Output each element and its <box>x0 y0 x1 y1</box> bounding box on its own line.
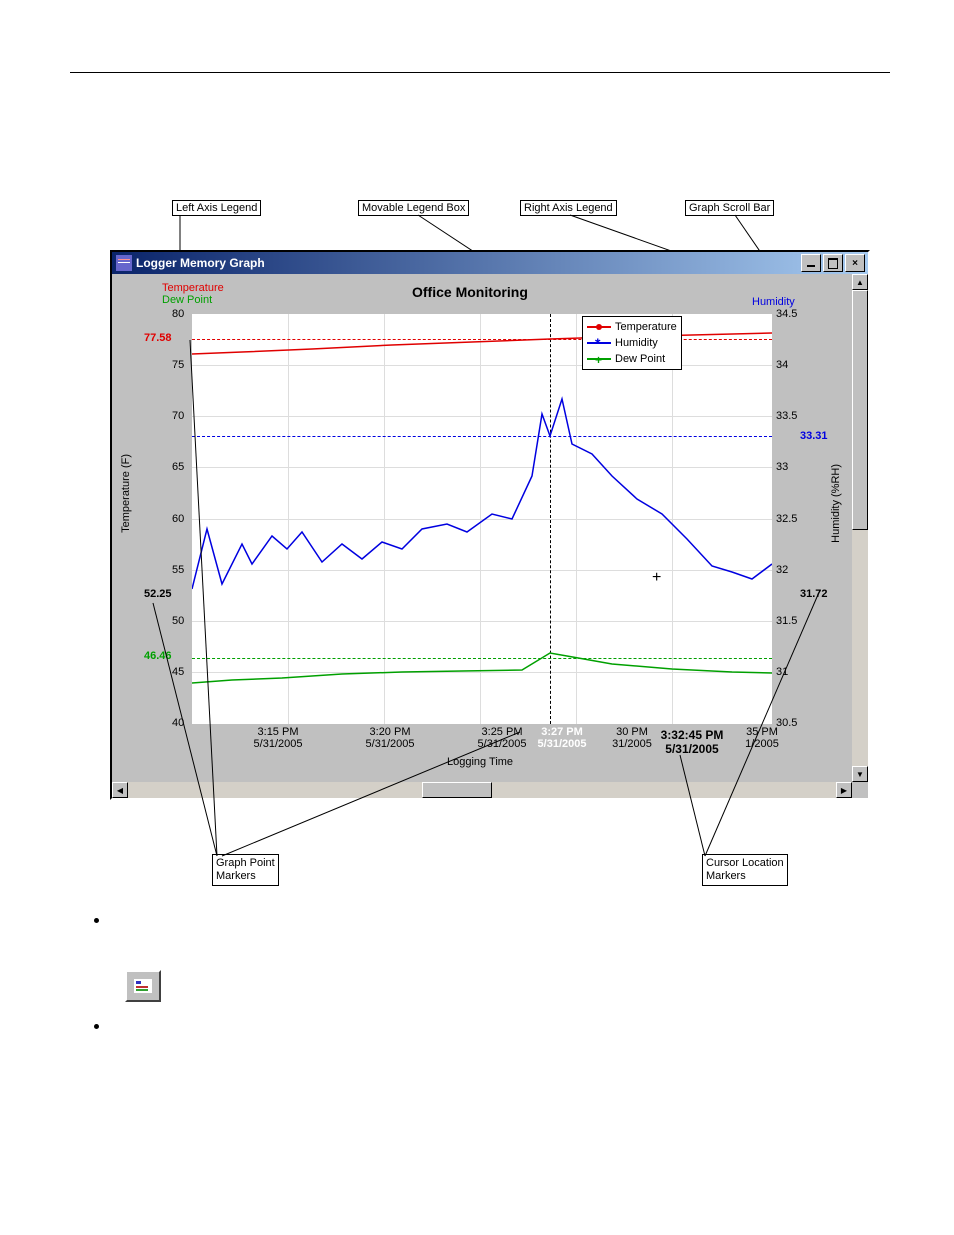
cursor-value-right: 31.72 <box>800 588 828 600</box>
callout-graph-point-markers: Graph PointMarkers <box>212 854 279 886</box>
chart-plot-area[interactable]: + <box>192 314 772 724</box>
scroll-right-button[interactable]: ▶ <box>836 782 852 798</box>
page: Left Axis Legend Movable Legend Box Righ… <box>0 0 954 1235</box>
vertical-scroll-thumb[interactable] <box>852 290 868 530</box>
ytick-left: 75 <box>172 359 184 371</box>
cursor-crosshair-icon[interactable]: + <box>652 569 661 587</box>
scroll-down-button[interactable]: ▼ <box>852 766 868 782</box>
ytick-left: 45 <box>172 666 184 678</box>
bullet-icon <box>94 918 99 923</box>
bullet-icon <box>94 1024 99 1029</box>
legend-item-dewpoint[interactable]: Dew Point <box>587 351 677 367</box>
scroll-left-button[interactable]: ◀ <box>112 782 128 798</box>
ytick-right: 32.5 <box>776 513 797 525</box>
window-title: Logger Memory Graph <box>136 256 799 270</box>
chart-title: Office Monitoring <box>412 284 528 300</box>
legend-box[interactable]: Temperature Humidity Dew Point <box>582 316 682 370</box>
ytick-left: 60 <box>172 513 184 525</box>
left-legend-dewpoint: Dew Point <box>162 294 212 306</box>
ytick-left: 80 <box>172 308 184 320</box>
left-axis-title: Temperature (F) <box>120 454 132 533</box>
ytick-right: 34.5 <box>776 308 797 320</box>
window-body: Office Monitoring Temperature Dew Point … <box>112 274 852 782</box>
cursor-time-label: 3:32:45 PM5/31/2005 <box>642 728 742 756</box>
ytick-left: 50 <box>172 615 184 627</box>
close-button[interactable]: × <box>845 254 865 272</box>
graph-point-time-label: 3:27 PM5/31/2005 <box>522 726 602 750</box>
marker-value-dewpoint: 46.46 <box>144 650 172 662</box>
vertical-scrollbar[interactable]: ▲ ▼ <box>852 274 868 782</box>
ytick-right: 34 <box>776 359 788 371</box>
chart-traces <box>192 314 772 724</box>
legend-item-humidity[interactable]: Humidity <box>587 335 677 351</box>
right-axis-title: Humidity (%RH) <box>830 464 842 543</box>
maximize-button[interactable] <box>823 254 843 272</box>
ytick-left: 40 <box>172 717 184 729</box>
marker-value-humidity: 33.31 <box>800 430 828 442</box>
logger-memory-graph-window: Logger Memory Graph × Office Monitoring … <box>110 250 870 800</box>
horizontal-scrollbar[interactable]: ◀ ▶ <box>112 782 852 798</box>
ytick-right: 32 <box>776 564 788 576</box>
resize-grip[interactable] <box>852 782 868 798</box>
x-axis-title: Logging Time <box>447 756 513 768</box>
marker-value-temperature: 77.58 <box>144 332 172 344</box>
right-legend-humidity: Humidity <box>752 296 795 308</box>
cursor-value-left: 52.25 <box>144 588 172 600</box>
callout-lines-top <box>0 0 954 260</box>
ytick-left: 70 <box>172 410 184 422</box>
legend-item-temperature[interactable]: Temperature <box>587 319 677 335</box>
left-legend-temperature: Temperature <box>162 282 224 294</box>
xtick: 3:15 PM5/31/2005 <box>238 726 318 750</box>
scroll-up-button[interactable]: ▲ <box>852 274 868 290</box>
toolbar-graph-button[interactable] <box>125 970 161 1002</box>
ytick-left: 55 <box>172 564 184 576</box>
horizontal-scroll-thumb[interactable] <box>422 782 492 798</box>
minimize-button[interactable] <box>801 254 821 272</box>
callout-cursor-location-markers: Cursor LocationMarkers <box>702 854 788 886</box>
ytick-right: 31.5 <box>776 615 797 627</box>
xtick: 3:20 PM5/31/2005 <box>350 726 430 750</box>
ytick-left: 65 <box>172 461 184 473</box>
ytick-right: 33.5 <box>776 410 797 422</box>
ytick-right: 31 <box>776 666 788 678</box>
window-icon <box>116 255 132 271</box>
window-titlebar[interactable]: Logger Memory Graph × <box>112 252 868 274</box>
ytick-right: 33 <box>776 461 788 473</box>
